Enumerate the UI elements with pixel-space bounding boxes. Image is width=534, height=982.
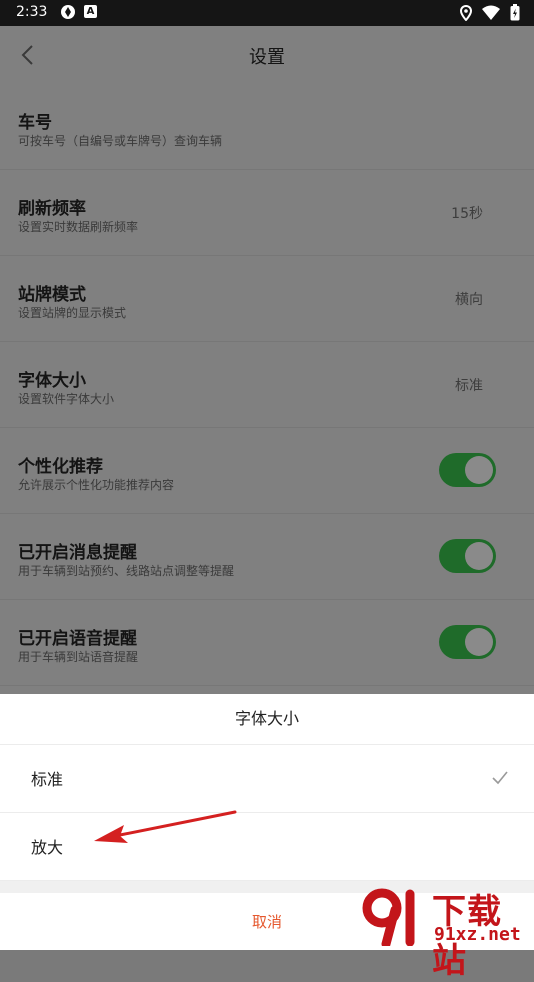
voice-reminder-toggle[interactable] (439, 625, 496, 659)
setting-title: 字体大小 (18, 371, 86, 391)
toggle-knob (465, 456, 493, 484)
watermark-logo-icon (362, 888, 415, 946)
check-icon (492, 771, 508, 785)
message-reminder-toggle[interactable] (439, 539, 496, 573)
settings-page: 设置 车号 可按车号（自编号或车牌号）查询车辆 刷新频率 设置实时数据刷新频率 … (0, 26, 534, 694)
battery-charging-icon (510, 4, 520, 21)
setting-row-refresh-rate[interactable]: 刷新频率 设置实时数据刷新频率 15秒 (0, 170, 534, 256)
setting-subtitle: 用于车辆到站预约、线路站点调整等提醒 (18, 564, 235, 578)
option-label: 放大 (31, 838, 64, 857)
setting-row-voice-reminder: 已开启语音提醒 用于车辆到站语音提醒 (0, 600, 534, 686)
setting-title: 刷新频率 (18, 199, 86, 219)
setting-value: 横向 (455, 292, 483, 308)
setting-row-message-reminder: 已开启消息提醒 用于车辆到站预约、线路站点调整等提醒 (0, 514, 534, 600)
setting-subtitle: 设置站牌的显示模式 (18, 306, 127, 320)
option-label: 标准 (31, 770, 64, 789)
setting-row-vehicle-number[interactable]: 车号 可按车号（自编号或车牌号）查询车辆 (0, 84, 534, 170)
setting-subtitle: 可按车号（自编号或车牌号）查询车辆 (18, 134, 223, 148)
option-standard[interactable]: 标准 (0, 745, 534, 813)
nav-bar: 设置 (0, 26, 534, 84)
setting-title: 个性化推荐 (18, 457, 103, 477)
toggle-knob (465, 628, 493, 656)
page-title: 设置 (249, 47, 285, 68)
personalized-recommendation-toggle[interactable] (439, 453, 496, 487)
setting-title: 站牌模式 (18, 285, 86, 305)
app-badge-icon: A (84, 5, 97, 18)
setting-row-stop-sign-mode[interactable]: 站牌模式 设置站牌的显示模式 横向 (0, 256, 534, 342)
setting-subtitle: 设置实时数据刷新频率 (18, 220, 139, 234)
sheet-title: 字体大小 (0, 694, 534, 745)
watermark-domain: 91xz.net (434, 924, 521, 945)
location-icon (460, 4, 472, 21)
wifi-icon (482, 5, 500, 20)
status-bar: 2:33 A (0, 0, 534, 26)
setting-title: 已开启消息提醒 (18, 543, 137, 563)
setting-subtitle: 设置软件字体大小 (18, 392, 115, 406)
watermark: 下载站 91xz.net (362, 882, 534, 981)
setting-subtitle: 用于车辆到站语音提醒 (18, 650, 139, 664)
sync-icon (61, 5, 75, 19)
toggle-knob (465, 542, 493, 570)
setting-value: 15秒 (451, 206, 483, 222)
setting-title: 车号 (18, 113, 52, 133)
setting-title: 已开启语音提醒 (18, 629, 137, 649)
setting-row-font-size[interactable]: 字体大小 设置软件字体大小 标准 (0, 342, 534, 428)
status-time: 2:33 (16, 4, 48, 20)
setting-value: 标准 (455, 378, 483, 394)
setting-subtitle: 允许展示个性化功能推荐内容 (18, 478, 175, 492)
option-enlarge[interactable]: 放大 (0, 813, 534, 881)
setting-row-personalized-recommendation: 个性化推荐 允许展示个性化功能推荐内容 (0, 428, 534, 514)
